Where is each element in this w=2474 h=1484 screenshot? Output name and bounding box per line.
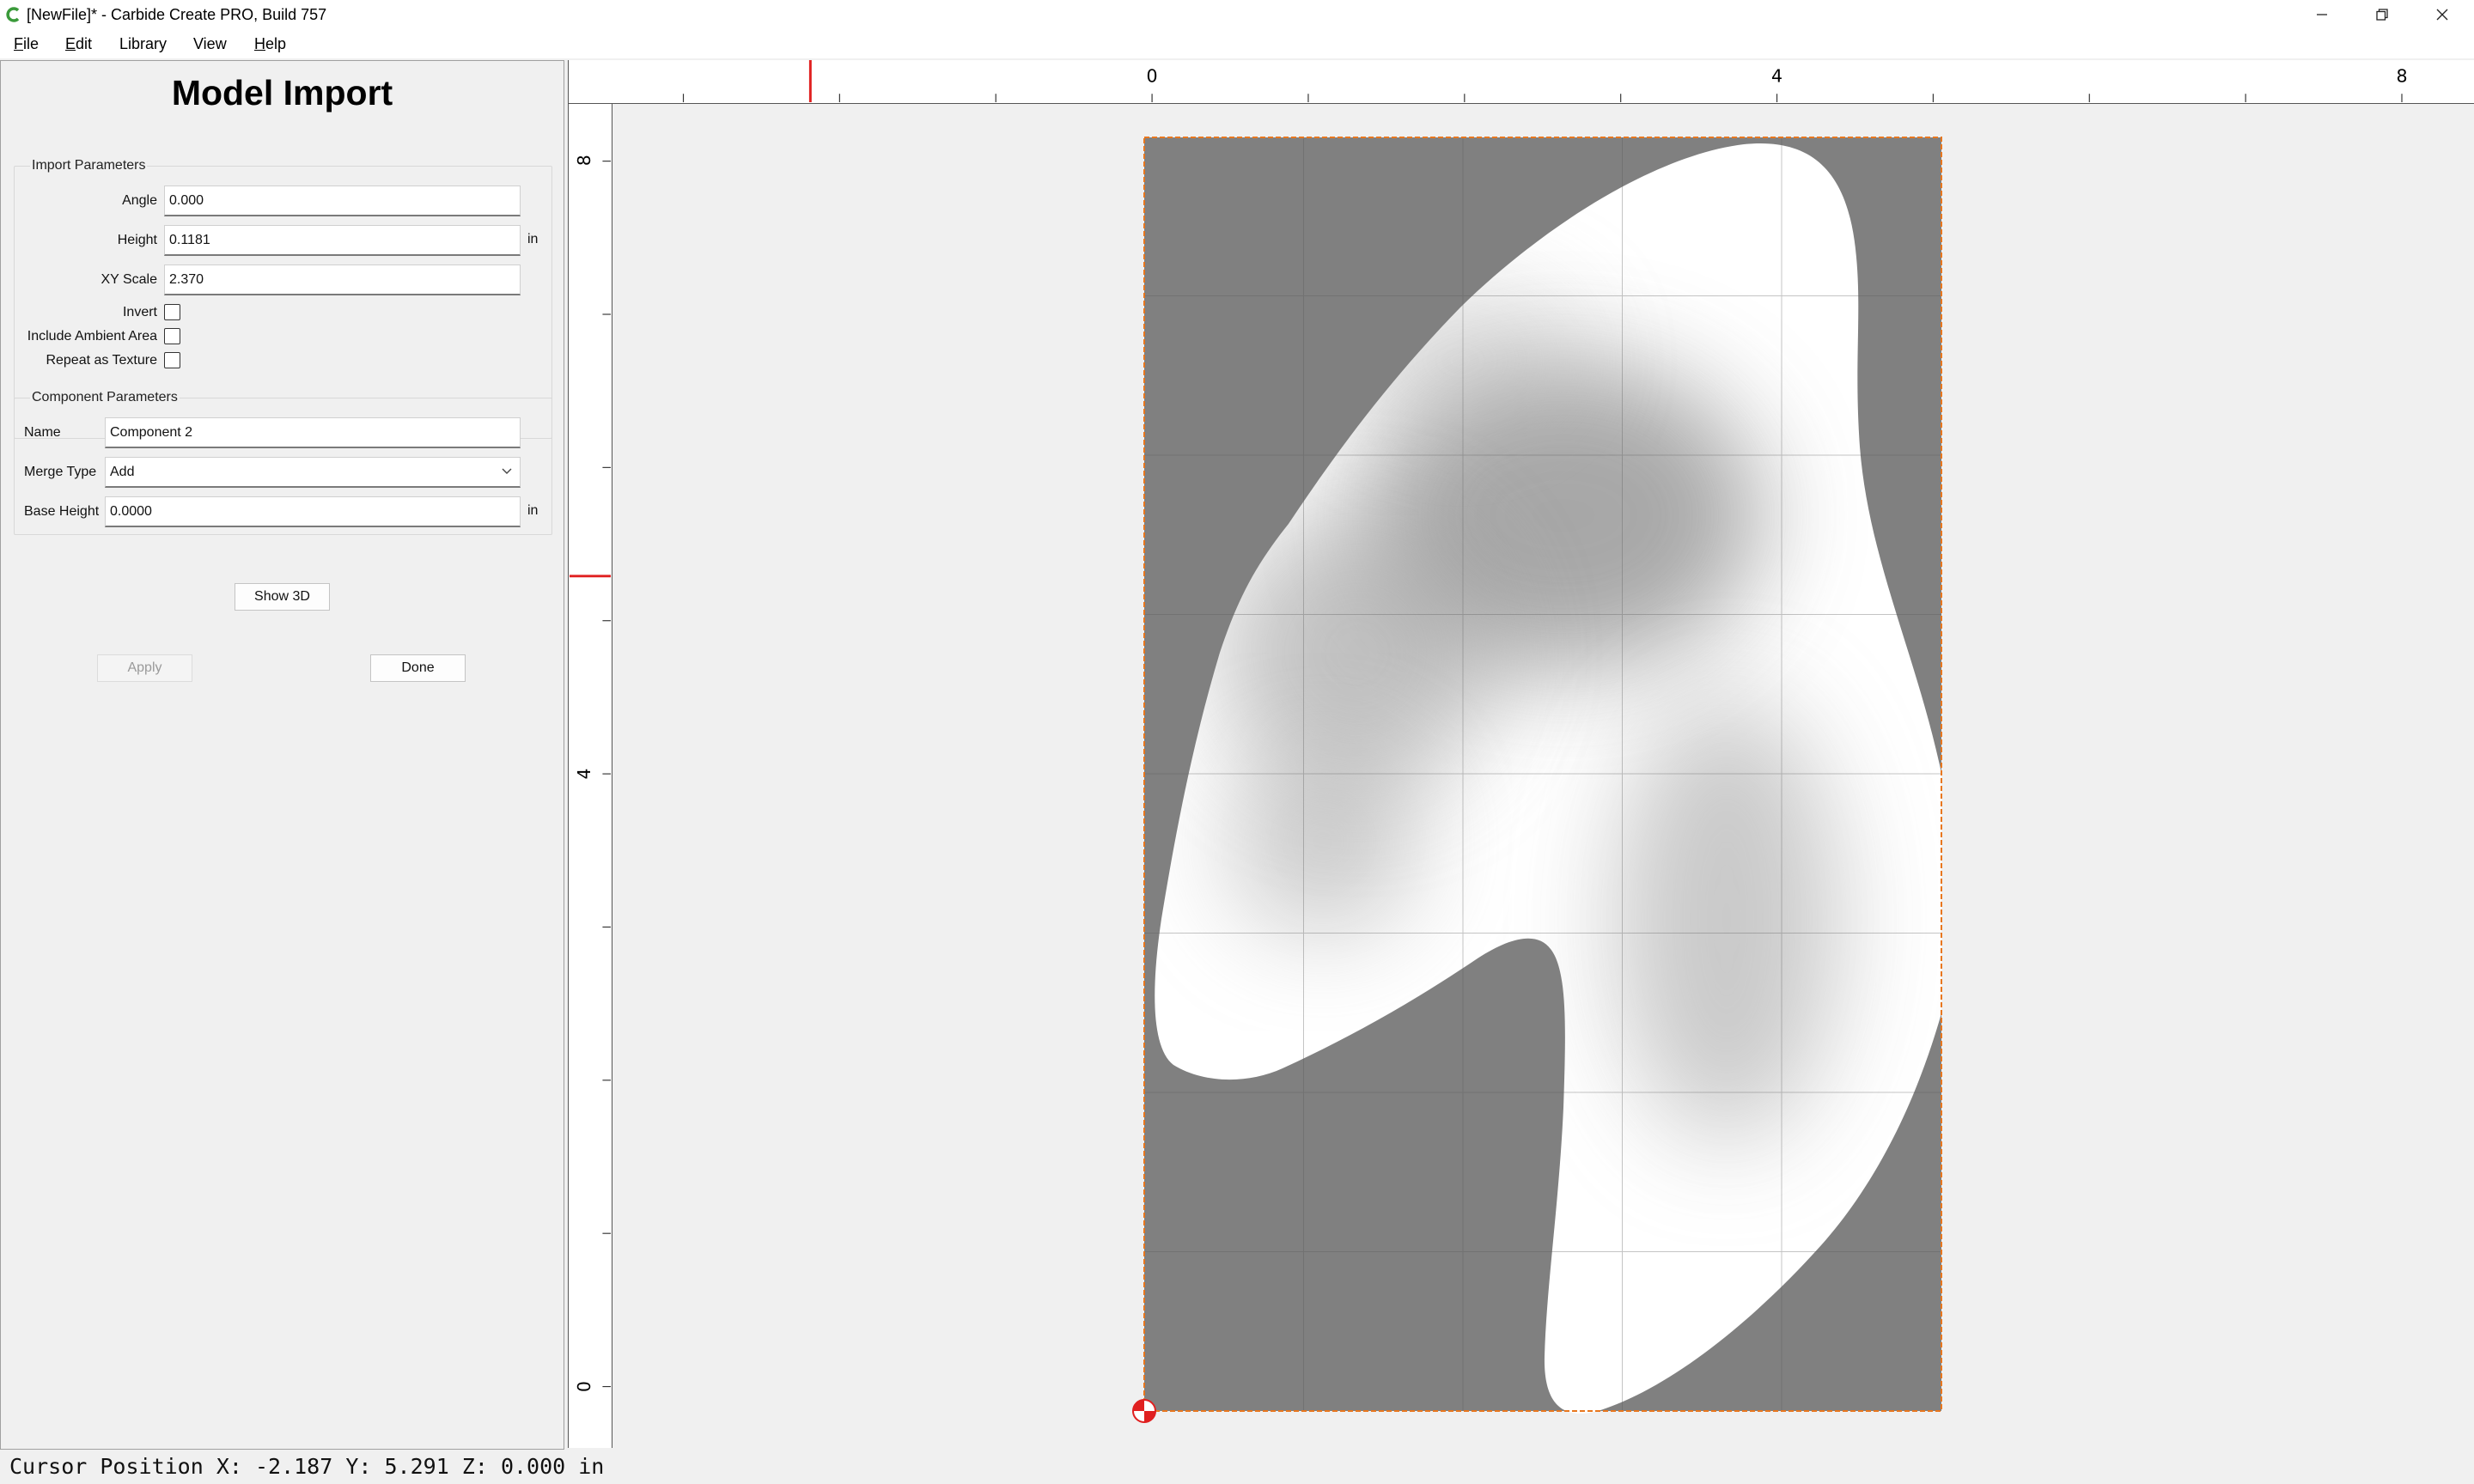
ruler-top-label-8: 8 bbox=[2396, 65, 2407, 86]
repeat-as-texture-label: Repeat as Texture bbox=[46, 353, 157, 368]
close-button[interactable] bbox=[2412, 0, 2472, 29]
component-name-field[interactable]: Component 2 bbox=[105, 417, 521, 448]
cursor-position-readout: Cursor Position X: -2.187 Y: 5.291 Z: 0.… bbox=[9, 1454, 605, 1479]
menu-view[interactable]: View bbox=[192, 34, 229, 53]
height-field[interactable]: 0.1181 bbox=[164, 225, 521, 256]
design-canvas[interactable] bbox=[612, 104, 2474, 1448]
xy-scale-label: XY Scale bbox=[101, 272, 157, 287]
ruler-top-label-4: 4 bbox=[1771, 65, 1782, 86]
height-unit: in bbox=[527, 232, 539, 246]
title-bar: [NewFile]* - Carbide Create PRO, Build 7… bbox=[0, 0, 2474, 31]
model-import-panel: Model Import Import Parameters Angle 0.0… bbox=[0, 60, 564, 1450]
base-height-field[interactable]: 0.0000 bbox=[105, 496, 521, 527]
done-button[interactable]: Done bbox=[370, 654, 466, 682]
merge-type-label: Merge Type bbox=[24, 465, 97, 479]
menu-edit[interactable]: Edit bbox=[64, 34, 94, 53]
xy-scale-field[interactable]: 2.370 bbox=[164, 265, 521, 295]
panel-title: Model Import bbox=[171, 73, 393, 113]
ruler-left-label-4: 4 bbox=[574, 769, 594, 780]
merge-type-select[interactable]: Add bbox=[105, 457, 521, 488]
menu-bar: File Edit Library View Help bbox=[0, 31, 2474, 58]
restore-button[interactable] bbox=[2352, 0, 2412, 29]
ruler-left-label-0: 0 bbox=[574, 1381, 594, 1392]
vertical-ruler[interactable]: 8 4 0 bbox=[568, 104, 612, 1448]
include-ambient-area-label: Include Ambient Area bbox=[27, 329, 157, 344]
restore-icon bbox=[2376, 9, 2388, 21]
import-parameters-title: Import Parameters bbox=[30, 158, 148, 173]
repeat-as-texture-checkbox[interactable] bbox=[164, 352, 180, 368]
invert-checkbox[interactable] bbox=[164, 304, 180, 320]
name-label: Name bbox=[24, 425, 61, 440]
angle-label: Angle bbox=[122, 193, 157, 208]
window-title: [NewFile]* - Carbide Create PRO, Build 7… bbox=[27, 6, 327, 23]
close-icon bbox=[2436, 9, 2448, 21]
base-height-label: Base Height bbox=[24, 504, 100, 519]
height-label: Height bbox=[117, 233, 157, 247]
menu-help[interactable]: Help bbox=[253, 34, 288, 53]
minimize-button[interactable] bbox=[2292, 0, 2352, 29]
minimize-icon bbox=[2317, 14, 2327, 15]
ruler-left-label-8: 8 bbox=[574, 155, 594, 166]
include-ambient-area-checkbox[interactable] bbox=[164, 328, 180, 344]
origin-marker-icon[interactable] bbox=[1132, 1399, 1156, 1423]
ruler-top-label-0: 0 bbox=[1147, 65, 1158, 86]
menu-library[interactable]: Library bbox=[118, 34, 168, 53]
horizontal-ruler[interactable]: 0 4 8 bbox=[568, 60, 2474, 104]
show-3d-button[interactable]: Show 3D bbox=[235, 583, 330, 611]
status-bar: Cursor Position X: -2.187 Y: 5.291 Z: 0.… bbox=[0, 1450, 2474, 1484]
canvas-drawing bbox=[1132, 137, 1942, 1423]
base-height-unit: in bbox=[527, 503, 539, 518]
angle-field[interactable]: 0.000 bbox=[164, 186, 521, 216]
carbide-c-icon bbox=[6, 7, 20, 22]
menu-file[interactable]: File bbox=[12, 34, 40, 53]
invert-label: Invert bbox=[122, 305, 157, 319]
component-parameters-title: Component Parameters bbox=[30, 390, 180, 405]
merge-type-value: Add bbox=[110, 465, 135, 479]
apply-button[interactable]: Apply bbox=[97, 654, 192, 682]
chevron-down-icon bbox=[502, 468, 512, 474]
